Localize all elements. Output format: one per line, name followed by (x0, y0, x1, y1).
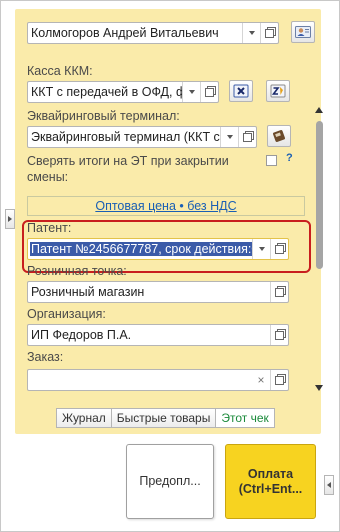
cancel-icon (233, 84, 249, 98)
reconcile-label-line2: смены: (27, 170, 69, 184)
price-type-link-box: Оптовая цена • без НДС (27, 196, 305, 216)
window-frame: Колмогоров Андрей Витальевич Касса ККМ: … (0, 0, 340, 532)
left-panel-expand-button[interactable] (5, 209, 15, 229)
pay-button-label-line1: Оплата (247, 466, 294, 481)
pay-button-label: Оплата (Ctrl+Ent... (239, 467, 303, 497)
kkm-field[interactable]: ККТ с передачей в ОФД, фи (27, 81, 219, 103)
acquiring-field[interactable]: Эквайринговый терминал (ККТ с (27, 126, 257, 148)
tab-journal[interactable]: Журнал (56, 408, 112, 428)
order-label: Заказ: (27, 350, 64, 364)
order-clear-button[interactable]: × (252, 370, 270, 390)
reconcile-help-link[interactable]: ? (286, 152, 293, 164)
retail-point-label: Розничная точка: (27, 264, 127, 278)
scroll-down-icon[interactable] (315, 385, 323, 391)
cashier-field[interactable]: Колмогоров Андрей Витальевич (27, 22, 279, 44)
retail-point-field[interactable]: Розничный магазин (27, 281, 289, 303)
acquiring-value: Эквайринговый терминал (ККТ с (31, 130, 220, 144)
organization-open-button[interactable] (270, 325, 288, 345)
retail-point-open-button[interactable] (270, 282, 288, 302)
patent-label: Патент: (27, 221, 72, 235)
kkm-dropdown-button[interactable] (182, 82, 200, 102)
user-card-icon (295, 26, 311, 38)
bottom-tabs: Журнал Быстрые товары Этот чек (56, 408, 275, 428)
order-open-button[interactable] (270, 370, 288, 390)
kkm-label: Касса ККМ: (27, 64, 93, 78)
pay-button-label-line2: (Ctrl+Ent... (238, 481, 303, 496)
cashier-open-button[interactable] (260, 23, 278, 43)
acquiring-dropdown-button[interactable] (220, 127, 238, 147)
organization-label: Организация: (27, 307, 106, 321)
organization-value: ИП Федоров П.А. (31, 328, 132, 342)
acquiring-open-button[interactable] (238, 127, 256, 147)
prepayment-button-label: Предопл... (139, 474, 201, 488)
retail-point-value: Розничный магазин (31, 285, 145, 299)
scroll-thumb[interactable] (316, 121, 323, 269)
reconcile-checkbox[interactable] (266, 155, 277, 166)
vertical-scrollbar[interactable] (315, 105, 324, 391)
tab-quick-goods[interactable]: Быстрые товары (110, 408, 217, 428)
user-card-button[interactable] (291, 21, 315, 43)
patent-dropdown-button[interactable] (252, 239, 270, 259)
patent-open-button[interactable] (270, 239, 288, 259)
patent-field[interactable]: Патент №2456677787, срок действия:0 (27, 238, 289, 260)
cashier-value: Колмогоров Андрей Витальевич (31, 26, 219, 40)
right-panel-expand-button[interactable] (324, 475, 334, 495)
kkm-report-button[interactable] (266, 80, 290, 102)
kkm-close-button[interactable] (229, 80, 253, 102)
price-type-link[interactable]: Оптовая цена • без НДС (95, 199, 236, 213)
kkm-open-button[interactable] (200, 82, 218, 102)
z-report-icon (270, 84, 286, 98)
reconcile-label-line1: Сверять итоги на ЭТ при закрытии (27, 154, 229, 168)
pay-button[interactable]: Оплата (Ctrl+Ent... (225, 444, 316, 519)
payment-terminal-icon (273, 130, 285, 142)
check-settings-panel: Колмогоров Андрей Витальевич Касса ККМ: … (15, 9, 324, 434)
tab-this-check[interactable]: Этот чек (215, 408, 275, 428)
acquiring-terminal-button[interactable] (267, 125, 291, 147)
organization-field[interactable]: ИП Федоров П.А. (27, 324, 289, 346)
acquiring-label: Эквайринговый терминал: (27, 109, 180, 123)
order-field[interactable]: × (27, 369, 289, 391)
cashier-dropdown-button[interactable] (242, 23, 260, 43)
scroll-up-icon[interactable] (315, 107, 323, 113)
prepayment-button[interactable]: Предопл... (126, 444, 214, 519)
kkm-value: ККТ с передачей в ОФД, фи (31, 85, 182, 99)
patent-value[interactable]: Патент №2456677787, срок действия:0 (30, 242, 252, 256)
